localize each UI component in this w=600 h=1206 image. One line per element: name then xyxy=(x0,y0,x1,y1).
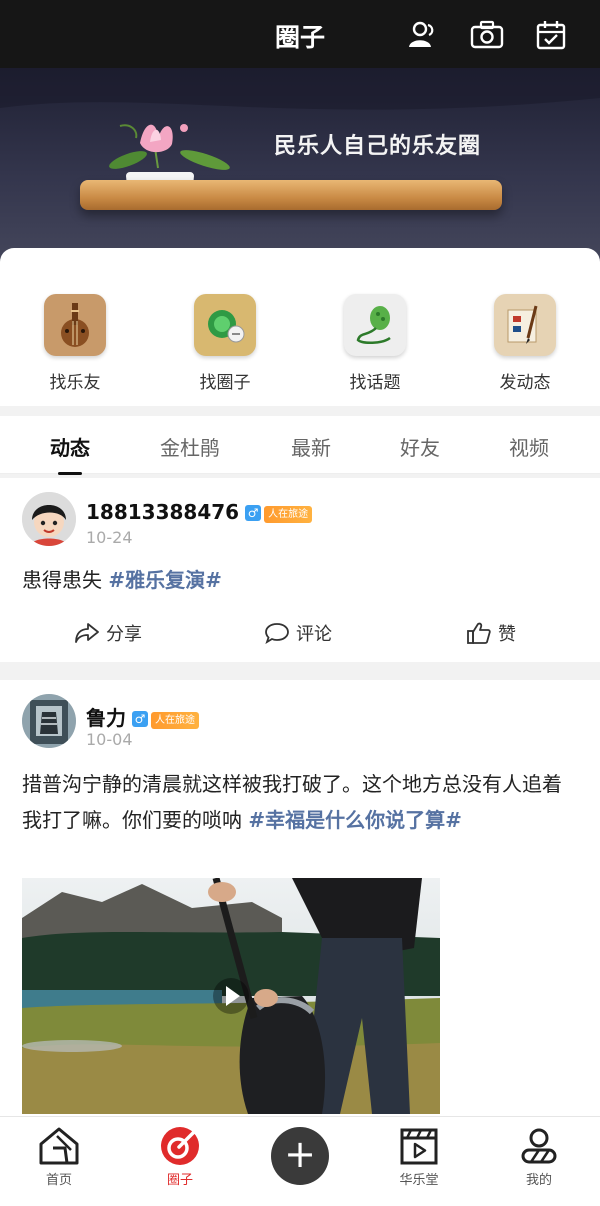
bottom-nav: 首页 圈子 + 华乐堂 我的 xyxy=(0,1116,600,1206)
post-username[interactable]: 18813388476 ♂ 人在旅途 xyxy=(86,500,313,524)
avatar[interactable] xyxy=(22,694,76,748)
banner[interactable]: 民乐人自己的乐友圈 xyxy=(0,68,600,268)
post-date: 10-04 xyxy=(86,730,133,749)
nav-label: 我的 xyxy=(525,1173,552,1188)
post-text: 措普沟宁静的清晨就这样被我打破了。这个地方总没有人追着我打了嘛。你们要的唢呐 #… xyxy=(22,766,570,838)
avatar[interactable] xyxy=(22,492,76,546)
comment-label: 评论 xyxy=(296,624,332,645)
username-text: 鲁力 xyxy=(86,706,126,730)
quick-find-friends[interactable]: 找乐友 xyxy=(25,294,125,393)
tab-dynamic[interactable]: 动态 xyxy=(15,432,125,475)
top-bar: 圈子 xyxy=(0,0,600,68)
quick-label: 发动态 xyxy=(499,373,551,393)
quick-label: 找圈子 xyxy=(199,373,251,393)
circle-icon xyxy=(194,294,256,356)
quick-find-topics[interactable]: 找话题 xyxy=(325,294,425,393)
calendar-check-icon[interactable] xyxy=(534,18,568,52)
circle-nav-icon xyxy=(140,1125,220,1167)
post-date: 10-24 xyxy=(86,528,133,547)
page-title: 圈子 xyxy=(274,23,325,52)
clapperboard-icon xyxy=(379,1125,459,1167)
profile-icon xyxy=(499,1125,579,1167)
share-label: 分享 xyxy=(106,624,142,645)
share-button[interactable]: 分享 xyxy=(74,620,142,646)
post-body: 患得患失 xyxy=(22,568,109,592)
thumbs-up-icon xyxy=(467,622,491,644)
post-video-thumbnail[interactable] xyxy=(22,878,440,1114)
quick-find-circles[interactable]: 找圈子 xyxy=(175,294,275,393)
nav-circle[interactable]: 圈子 xyxy=(140,1125,220,1188)
post-text: 患得患失 #雅乐复演# xyxy=(22,562,570,598)
camera-icon[interactable] xyxy=(470,18,504,52)
like-label: 赞 xyxy=(498,624,516,645)
tab-golden-azalea[interactable]: 金杜鹃 xyxy=(135,432,245,461)
quick-label: 找话题 xyxy=(349,373,401,393)
nav-mine[interactable]: 我的 xyxy=(499,1125,579,1188)
pipa-icon xyxy=(44,294,106,356)
feed-tabs: 动态 金杜鹃 最新 好友 视频 xyxy=(0,416,600,475)
comment-button[interactable]: 评论 xyxy=(264,620,332,646)
quick-post[interactable]: 发动态 xyxy=(475,294,575,393)
tab-video[interactable]: 视频 xyxy=(474,432,584,461)
post-icon xyxy=(494,294,556,356)
nav-home[interactable]: 首页 xyxy=(19,1125,99,1188)
nav-hualetang[interactable]: 华乐堂 xyxy=(379,1125,459,1188)
plus-icon[interactable]: + xyxy=(271,1127,329,1185)
topic-link[interactable]: #雅乐复演# xyxy=(108,568,222,592)
nav-label: 首页 xyxy=(45,1173,72,1188)
home-icon xyxy=(19,1125,99,1167)
lotus-topic-icon xyxy=(344,294,406,356)
banner-art xyxy=(0,68,600,170)
like-button[interactable]: 赞 xyxy=(466,620,516,646)
username-text: 18813388476 xyxy=(86,500,240,524)
post-actions: 分享 评论 赞 xyxy=(0,614,600,654)
post-username[interactable]: 鲁力 ♂ 人在旅途 xyxy=(86,702,199,731)
banner-slogan: 民乐人自己的乐友圈 xyxy=(274,134,482,159)
quick-actions: 找乐友 找圈子 找话题 发动态 xyxy=(0,248,600,406)
post-card[interactable]: 18813388476 ♂ 人在旅途 10-24 患得患失 #雅乐复演# 分享 评论… xyxy=(0,478,600,662)
status-badge: 人在旅途 xyxy=(264,506,313,523)
share-icon xyxy=(75,623,99,643)
male-icon: ♂ xyxy=(245,505,262,521)
tab-friends[interactable]: 好友 xyxy=(365,432,475,461)
topic-link[interactable]: #幸福是什么你说了算# xyxy=(248,808,462,832)
post-card[interactable]: 鲁力 ♂ 人在旅途 10-04 措普沟宁静的清晨就这样被我打破了。这个地方总没有人追… xyxy=(0,680,600,1116)
nav-label: 华乐堂 xyxy=(399,1173,439,1188)
quick-label: 找乐友 xyxy=(49,373,101,393)
nav-label: 圈子 xyxy=(166,1173,193,1188)
wooden-shelf xyxy=(80,180,502,210)
contacts-icon[interactable] xyxy=(405,18,439,52)
male-icon: ♂ xyxy=(132,711,148,727)
comment-icon xyxy=(265,623,289,644)
status-badge: 人在旅途 xyxy=(151,712,199,729)
tab-latest[interactable]: 最新 xyxy=(256,432,366,461)
